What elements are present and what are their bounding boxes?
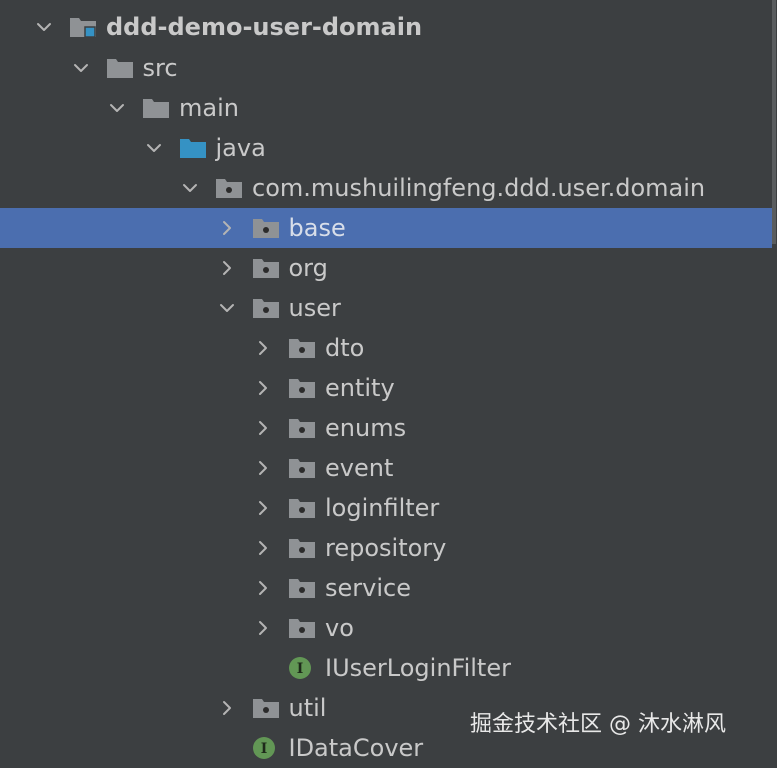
module-folder-icon [68, 15, 98, 39]
tree-row-src[interactable]: src [0, 48, 777, 88]
svg-text:I: I [260, 741, 267, 757]
tree-row-label: com.mushuilingfeng.ddd.user.domain [252, 174, 706, 202]
chevron-right-icon[interactable] [253, 618, 273, 638]
chevron-down-icon[interactable] [34, 17, 54, 37]
package-icon [251, 296, 281, 320]
tree-row-com-mushuilingfeng-ddd-user-domain[interactable]: com.mushuilingfeng.ddd.user.domain [0, 168, 777, 208]
chevron-right-icon[interactable] [253, 418, 273, 438]
project-tree[interactable]: ddd-demo-user-domain src main java com.mushu… [0, 0, 777, 762]
tree-row-loginfilter[interactable]: loginfilter [0, 488, 777, 528]
chevron-right-icon[interactable] [253, 458, 273, 478]
package-icon [287, 616, 317, 640]
tree-row-label: ddd-demo-user-domain [106, 13, 423, 41]
package-icon [287, 416, 317, 440]
tree-row-main[interactable]: main [0, 88, 777, 128]
tree-row-user[interactable]: user [0, 288, 777, 328]
tree-row-label: IUserLoginFilter [325, 654, 511, 682]
package-icon [287, 536, 317, 560]
tree-row-label: loginfilter [325, 494, 440, 522]
chevron-right-icon[interactable] [253, 498, 273, 518]
folder-icon [105, 56, 135, 80]
tree-row-entity[interactable]: entity [0, 368, 777, 408]
package-icon [251, 696, 281, 720]
chevron-down-icon[interactable] [71, 58, 91, 78]
tree-row-label: entity [325, 374, 395, 402]
tree-row-enums[interactable]: enums [0, 408, 777, 448]
tree-row-org[interactable]: org [0, 248, 777, 288]
package-icon [287, 456, 317, 480]
package-icon [287, 576, 317, 600]
tree-row-label: enums [325, 414, 407, 442]
chevron-right-icon[interactable] [253, 338, 273, 358]
chevron-right-icon[interactable] [253, 378, 273, 398]
svg-text:I: I [297, 661, 304, 677]
tree-row-label: util [288, 694, 327, 722]
vertical-scrollbar[interactable] [772, 0, 777, 759]
tree-row-label: java [215, 134, 266, 162]
tree-row-event[interactable]: event [0, 448, 777, 488]
tree-row-java[interactable]: java [0, 128, 777, 168]
chevron-down-icon[interactable] [107, 98, 127, 118]
tree-row-label: service [325, 574, 411, 602]
package-icon [251, 256, 281, 280]
chevron-right-icon[interactable] [217, 698, 237, 718]
tree-row-vo[interactable]: vo [0, 608, 777, 648]
tree-row-label: repository [325, 534, 447, 562]
watermark: 掘金技术社区 @ 沐水淋风 [470, 712, 726, 737]
tree-row-label: dto [325, 334, 365, 362]
tree-row-dto[interactable]: dto [0, 328, 777, 368]
tree-row-ddd-demo-user-domain[interactable]: ddd-demo-user-domain [0, 7, 777, 47]
tree-row-repository[interactable]: repository [0, 528, 777, 568]
scrollbar-thumb[interactable] [772, 0, 776, 244]
tree-row-label: event [325, 454, 394, 482]
tree-row-base[interactable]: base [0, 208, 772, 248]
chevron-right-icon[interactable] [253, 578, 273, 598]
folder-icon [141, 96, 171, 120]
tree-row-label: org [288, 254, 328, 282]
package-icon [287, 336, 317, 360]
tree-row-service[interactable]: service [0, 568, 777, 608]
interface-icon: I [251, 736, 281, 760]
chevron-down-icon[interactable] [180, 178, 200, 198]
interface-icon: I [287, 656, 317, 680]
chevron-down-icon[interactable] [217, 298, 237, 318]
package-icon [214, 176, 244, 200]
chevron-right-icon[interactable] [217, 218, 237, 238]
tree-row-label: base [288, 214, 346, 242]
package-icon [287, 376, 317, 400]
source-root-folder-icon [178, 136, 208, 160]
tree-row-label: user [288, 294, 341, 322]
tree-row-label: src [142, 54, 178, 82]
package-icon [251, 216, 281, 240]
chevron-down-icon[interactable] [144, 138, 164, 158]
package-icon [287, 496, 317, 520]
tree-row-label: IDataCover [288, 734, 424, 762]
tree-row-label: main [179, 94, 239, 122]
chevron-right-icon[interactable] [253, 538, 273, 558]
tree-row-iuserloginfilter[interactable]: I IUserLoginFilter [0, 648, 777, 688]
tree-row-label: vo [325, 614, 354, 642]
chevron-right-icon[interactable] [217, 258, 237, 278]
